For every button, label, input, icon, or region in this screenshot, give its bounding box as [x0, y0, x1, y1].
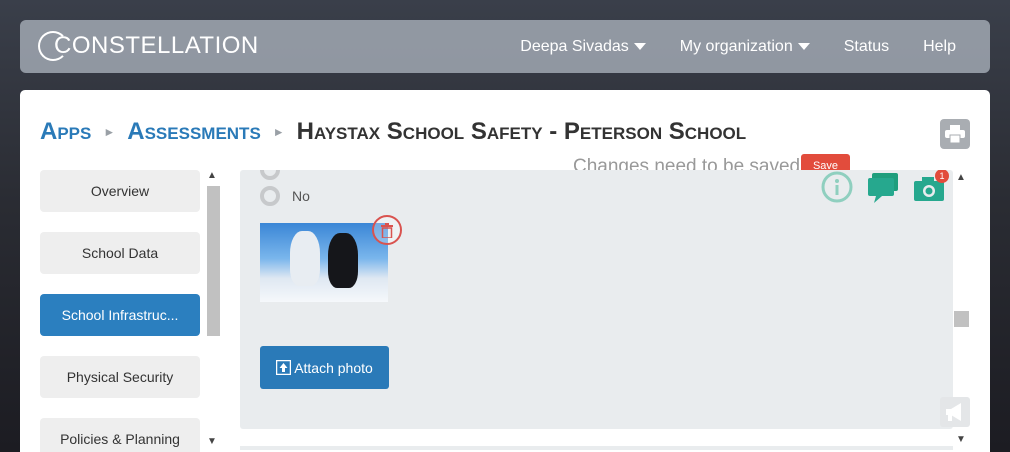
- breadcrumb-apps-link[interactable]: Apps: [40, 118, 91, 146]
- info-button[interactable]: [820, 171, 854, 210]
- radio-label-no: No: [292, 188, 310, 204]
- camera-count-badge: 1: [935, 170, 949, 183]
- scroll-up-icon[interactable]: ▲: [204, 170, 220, 181]
- radio-option-no[interactable]: No: [260, 186, 310, 206]
- radio-button-no[interactable]: [260, 186, 280, 206]
- breadcrumb-separator-icon: ►: [103, 125, 116, 139]
- sidebar-item-physical-security[interactable]: Physical Security: [40, 356, 200, 398]
- upload-icon: [276, 360, 292, 375]
- top-navigation-bar: CONSTELLATION Deepa Sivadas My organizat…: [20, 20, 990, 73]
- nav-help-link[interactable]: Help: [923, 38, 956, 56]
- sidebar-item-policies-planning[interactable]: Policies & Planning: [40, 418, 200, 452]
- page-title: Haystax School Safety - Peterson School: [296, 118, 747, 145]
- next-section-edge: [240, 446, 953, 450]
- nav-help-label: Help: [923, 37, 956, 55]
- comments-button[interactable]: [866, 171, 900, 210]
- constellation-logo[interactable]: CONSTELLATION: [38, 30, 259, 62]
- megaphone-icon: [946, 403, 961, 421]
- sidebar-item-school-infrastructure[interactable]: School Infrastruc...: [40, 294, 200, 336]
- attach-photo-button[interactable]: Attach photo: [260, 346, 389, 389]
- camera-button[interactable]: 1: [912, 170, 949, 208]
- announcements-button[interactable]: [940, 397, 970, 427]
- scroll-up-icon[interactable]: ▲: [953, 172, 969, 183]
- trash-icon: [381, 222, 393, 238]
- print-button[interactable]: [940, 119, 970, 149]
- nav-user-label: Deepa Sivadas: [520, 37, 629, 55]
- white-horse-shape: [290, 231, 320, 286]
- content-scroll-thumb[interactable]: [954, 311, 969, 327]
- sidebar-scroll-thumb[interactable]: [207, 186, 220, 336]
- section-sidebar: Overview School Data School Infrastruc..…: [40, 170, 220, 452]
- nav-organization-menu[interactable]: My organization: [680, 38, 810, 56]
- question-toolbar: 1: [820, 170, 953, 210]
- nav-status-label: Status: [843, 37, 890, 55]
- main-panel: Apps ► Assessments ► Haystax School Safe…: [20, 90, 990, 452]
- logo-text: CONSTELLATION: [54, 32, 259, 59]
- printer-icon: [945, 125, 965, 143]
- info-icon: [821, 171, 853, 203]
- nav-organization-label: My organization: [679, 37, 793, 55]
- breadcrumb: Apps ► Assessments ► Haystax School Safe…: [40, 118, 746, 146]
- black-horse-shape: [328, 233, 358, 288]
- attached-photo-thumbnail[interactable]: [260, 223, 388, 302]
- sidebar-scrollbar[interactable]: ▲ ▼: [204, 170, 220, 452]
- attach-photo-label: Attach photo: [294, 359, 373, 376]
- chevron-down-icon: [797, 43, 810, 50]
- breadcrumb-separator-icon: ►: [272, 125, 285, 139]
- scroll-down-icon[interactable]: ▼: [953, 434, 969, 445]
- chevron-down-icon: [633, 43, 646, 50]
- scroll-down-icon[interactable]: ▼: [204, 436, 220, 447]
- breadcrumb-assessments-link[interactable]: Assessments: [127, 118, 261, 146]
- nav-status-link[interactable]: Status: [844, 38, 889, 56]
- question-content: No Attach photo 1: [240, 170, 953, 429]
- sidebar-item-overview[interactable]: Overview: [40, 170, 200, 212]
- main-nav: Deepa Sivadas My organization Status Hel…: [520, 20, 990, 73]
- sidebar-item-school-data[interactable]: School Data: [40, 232, 200, 274]
- radio-yes[interactable]: [260, 170, 280, 180]
- comments-icon: [868, 173, 898, 203]
- nav-user-menu[interactable]: Deepa Sivadas: [520, 38, 646, 56]
- delete-photo-button[interactable]: [372, 215, 402, 245]
